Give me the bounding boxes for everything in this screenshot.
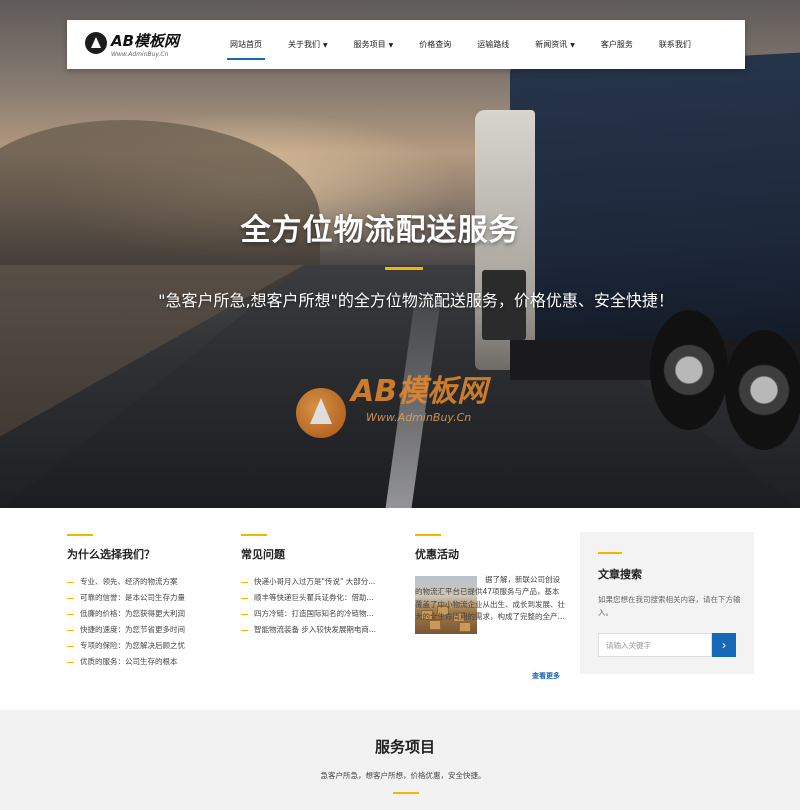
nav-item-label: 价格查询 <box>419 40 452 49</box>
faq-link[interactable]: 快递小哥月入过万是"传说" 大部分... <box>241 574 396 590</box>
main-menu: 网站首页 关于我们 ▼ 服务项目 ▼ 价格查询 运输路线 新闻资讯 ▼ 客户服务 联系… <box>217 20 704 69</box>
cargo-box <box>459 622 471 632</box>
dash-icon <box>241 629 248 631</box>
services-section: 服务项目 急客户所急，想客户所想，价格优惠，安全快捷。 <box>0 710 800 810</box>
faq-link-text: 智能物流装备 步入较快发展期电商... <box>254 625 377 634</box>
logo-name: AB模板网 <box>111 32 180 50</box>
nav-item-label: 网站首页 <box>230 40 262 49</box>
nav-item-services[interactable]: 服务项目 ▼ <box>341 20 407 69</box>
section-accent-bar <box>598 552 622 554</box>
list-item: 可靠的信誉：是本公司生存力量 <box>67 590 207 606</box>
list-item: 优质的服务：公司生存的根本 <box>67 654 207 670</box>
nav-item-contact[interactable]: 联系我们 <box>646 20 704 69</box>
list-item-text: 专项的保险：为您解决后顾之忧 <box>80 641 185 650</box>
services-subtitle: 急客户所急，想客户所想，价格优惠，安全快捷。 <box>320 771 486 780</box>
hero-title: 全方位物流配送服务 <box>240 213 520 248</box>
dash-icon <box>241 597 248 599</box>
section-accent-bar <box>393 792 419 794</box>
search-button[interactable]: › <box>712 633 736 657</box>
dash-icon <box>67 613 74 615</box>
faq-list: 快递小哥月入过万是"传说" 大部分... 顺丰等快递巨头瞿兵证券化：借助... … <box>241 574 396 638</box>
list-item-text: 可靠的信誉：是本公司生存力量 <box>80 593 185 602</box>
dash-icon <box>67 597 74 599</box>
caret-down-icon: ▼ <box>323 42 328 49</box>
promo-title: 优惠活动 <box>415 548 459 561</box>
faq-link-text: 快递小哥月入过万是"传说" 大部分... <box>254 577 376 586</box>
watermark-name: AB模板网 <box>351 374 488 409</box>
list-item: 快捷的速度：为您节省更多时间 <box>67 622 207 638</box>
article-search-card: 文章搜索 如果您想在我司搜索相关内容，请在下方输入。 › <box>580 532 754 674</box>
services-title: 服务项目 <box>374 738 435 756</box>
dash-icon <box>67 661 74 663</box>
view-more-link[interactable]: 查看更多 <box>532 671 560 681</box>
hero-banner: 全方位物流配送服务 "急客户所急,想客户所想"的全方位物流配送服务，价格优惠、安… <box>0 0 800 508</box>
list-item: 专业、领先、经济的物流方案 <box>67 574 207 590</box>
dash-icon <box>67 645 74 647</box>
faq-link-text: 顺丰等快递巨头瞿兵证券化：借助... <box>254 593 374 602</box>
nav-item-about[interactable]: 关于我们 ▼ <box>275 20 341 69</box>
section-accent-bar <box>241 534 267 536</box>
list-item-text: 快捷的速度：为您节省更多时间 <box>80 625 185 634</box>
nav-item-label: 关于我们 <box>288 40 320 49</box>
list-item-text: 优质的服务：公司生存的根本 <box>80 657 178 666</box>
hero-divider <box>385 267 423 270</box>
nav-item-label: 联系我们 <box>658 40 691 49</box>
faq-link[interactable]: 四方冷链：打造国际知名的冷链物... <box>241 606 396 622</box>
faq-link-text: 四方冷链：打造国际知名的冷链物... <box>254 609 374 618</box>
info-section: 为什么选择我们？ 专业、领先、经济的物流方案 可靠的信誉：是本公司生存力量 低廉… <box>0 508 800 710</box>
why-us-title: 为什么选择我们？ <box>67 548 155 561</box>
faq-title: 常见问题 <box>241 548 285 561</box>
nav-item-label: 运输路线 <box>477 40 510 49</box>
list-item: 专项的保险：为您解决后顾之忧 <box>67 638 207 654</box>
logo-mark-icon <box>85 32 107 54</box>
dash-icon <box>241 581 248 583</box>
caret-down-icon: ▼ <box>570 42 575 49</box>
nav-item-price[interactable]: 价格查询 <box>406 20 464 69</box>
dash-icon <box>67 581 74 583</box>
watermark-url: Www.AdminBuy.Cn <box>366 411 472 424</box>
nav-item-routes[interactable]: 运输路线 <box>464 20 522 69</box>
list-item-text: 专业、领先、经济的物流方案 <box>80 577 178 586</box>
dash-icon <box>67 629 74 631</box>
faq-link[interactable]: 顺丰等快递巨头瞿兵证券化：借助... <box>241 590 396 606</box>
logo-url: Www.AdminBuy.Cn <box>111 51 169 58</box>
top-navigation: AB模板网 Www.AdminBuy.Cn 网站首页 关于我们 ▼ 服务项目 ▼ 价… <box>67 20 745 69</box>
truck-wheel <box>725 330 800 450</box>
caret-down-icon: ▼ <box>388 42 394 49</box>
section-accent-bar <box>67 534 93 536</box>
watermark-logo-icon <box>296 388 346 438</box>
search-title: 文章搜索 <box>598 568 642 581</box>
search-input[interactable] <box>598 633 712 657</box>
truck-wheel <box>650 310 728 430</box>
nav-item-customer-service[interactable]: 客户服务 <box>588 20 646 69</box>
faq-link[interactable]: 智能物流装备 步入较快发展期电商... <box>241 622 396 638</box>
nav-item-news[interactable]: 新闻资讯 ▼ <box>522 20 588 69</box>
search-description: 如果您想在我司搜索相关内容，请在下方输入。 <box>598 595 741 617</box>
why-us-list: 专业、领先、经济的物流方案 可靠的信誉：是本公司生存力量 低廉的价格：为您获得更… <box>67 574 207 670</box>
hero-subtitle: "急客户所急,想客户所想"的全方位物流配送服务，价格优惠、安全快捷！ <box>158 291 674 310</box>
chevron-right-icon: › <box>722 638 726 652</box>
nav-item-label: 服务项目 <box>353 40 386 49</box>
nav-item-home[interactable]: 网站首页 <box>217 20 275 69</box>
truck-image <box>470 40 800 508</box>
section-accent-bar <box>415 534 441 536</box>
nav-item-label: 客户服务 <box>600 40 633 49</box>
dash-icon <box>241 613 248 615</box>
site-logo[interactable]: AB模板网 Www.AdminBuy.Cn <box>85 30 195 62</box>
list-item-text: 低廉的价格：为您获得更大利润 <box>80 609 185 618</box>
promo-text: 据了解，新联公司创设的物流汇平台已提供47项服务与产品，基本覆盖了中小物流企业从… <box>415 575 565 621</box>
nav-item-label: 新闻资讯 <box>535 40 568 49</box>
list-item: 低廉的价格：为您获得更大利润 <box>67 606 207 622</box>
watermark-logo: AB模板网 Www.AdminBuy.Cn <box>296 366 516 446</box>
